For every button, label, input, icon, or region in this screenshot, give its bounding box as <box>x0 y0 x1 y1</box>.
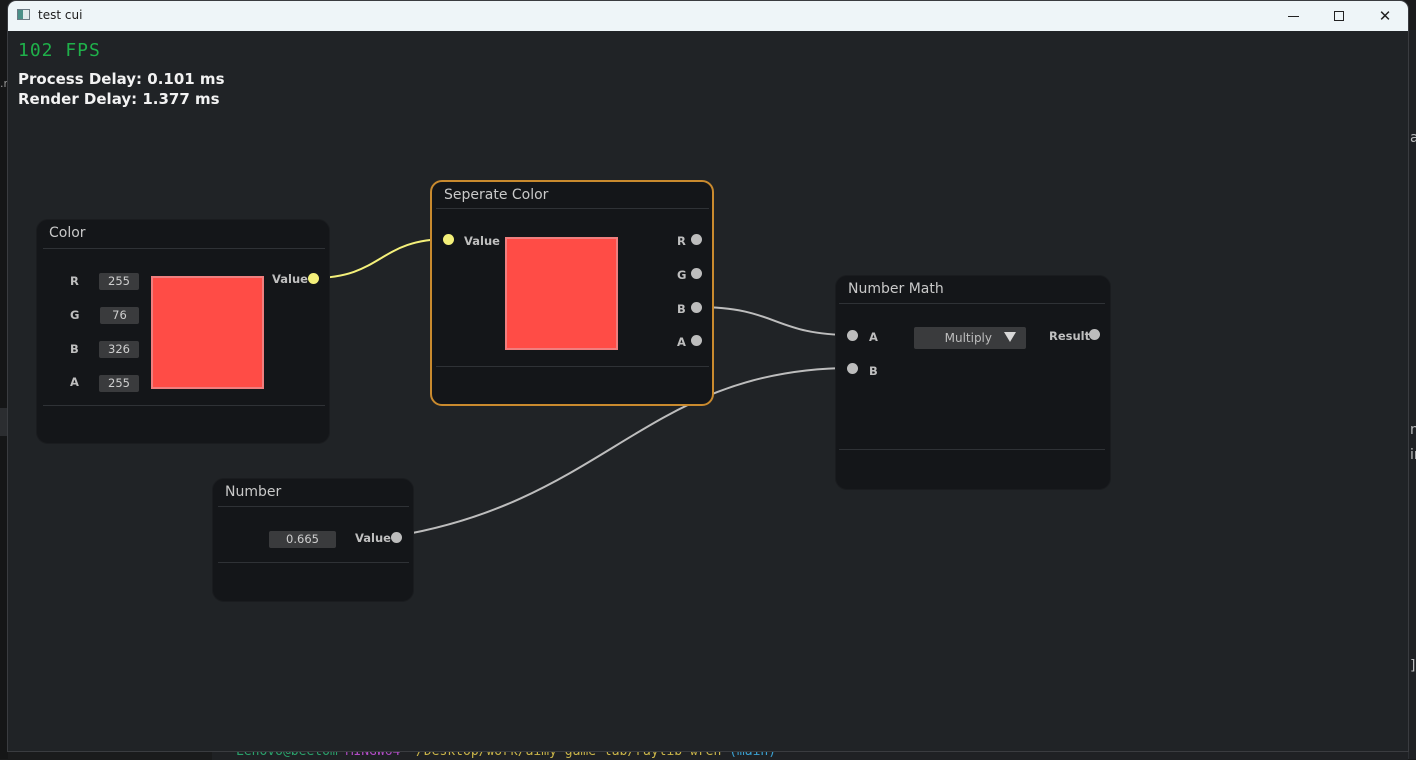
color-swatch <box>151 276 264 389</box>
background-text-fragment: .r <box>0 77 9 90</box>
background-block <box>0 408 8 436</box>
output-pin-result[interactable] <box>1089 329 1100 340</box>
number-node[interactable]: Number 0.665 Value <box>212 478 414 602</box>
input-pin-a[interactable] <box>847 330 858 341</box>
node-divider <box>436 208 709 209</box>
output-pin-a[interactable] <box>691 335 702 346</box>
node-title: Seperate Color <box>444 187 549 203</box>
chevron-down-icon <box>1004 332 1016 342</box>
channel-input-b[interactable]: 326 <box>99 341 139 358</box>
minimize-button[interactable] <box>1270 1 1316 31</box>
operation-dropdown[interactable]: Multiply <box>914 327 1026 349</box>
background-text-fragment: ] <box>1410 658 1416 674</box>
color-swatch <box>505 237 618 350</box>
app-window: test cui ✕ 102 FPS Process Delay: 0.101 … <box>8 1 1408 751</box>
background-text-fragment: a <box>1410 130 1416 146</box>
separate-color-node[interactable]: Seperate Color Value R G B A <box>430 180 714 406</box>
render-delay: Render Delay: 1.377 ms <box>18 90 220 108</box>
output-pin-b[interactable] <box>691 302 702 313</box>
output-label-b: B <box>677 302 686 316</box>
background-text-fragment: n <box>1410 422 1416 438</box>
wire-color-to-separate[interactable] <box>312 238 449 279</box>
channel-input-g[interactable]: 76 <box>100 307 139 324</box>
title-bar[interactable]: test cui ✕ <box>8 1 1408 31</box>
output-pin-value[interactable] <box>391 532 402 543</box>
channel-label-g: G <box>70 308 80 322</box>
input-label: Value <box>464 234 500 248</box>
number-math-node[interactable]: Number Math A B Multiply Result <box>835 275 1111 490</box>
node-title: Number <box>225 484 282 500</box>
minimize-icon <box>1287 15 1299 17</box>
channel-input-r[interactable]: 255 <box>99 273 139 290</box>
output-label-g: G <box>677 268 687 282</box>
input-label-a: A <box>869 330 878 344</box>
node-divider <box>218 506 409 507</box>
input-label-b: B <box>869 364 878 378</box>
output-pin-value[interactable] <box>308 273 319 284</box>
close-icon: ✕ <box>1378 7 1392 25</box>
color-node[interactable]: Color R 255 G 76 B 326 A 255 Value <box>36 219 330 444</box>
output-label-r: R <box>677 234 686 248</box>
background-text-fragment: ir <box>1410 447 1416 463</box>
output-label: Result <box>1049 329 1091 343</box>
node-title: Color <box>49 225 86 241</box>
output-pin-r[interactable] <box>691 234 702 245</box>
wire-separate-b-to-math-a[interactable] <box>696 306 853 336</box>
input-pin-value[interactable] <box>443 234 454 245</box>
input-pin-b[interactable] <box>847 363 858 374</box>
node-title: Number Math <box>848 281 944 297</box>
maximize-icon <box>1334 11 1344 21</box>
output-pin-g[interactable] <box>691 268 702 279</box>
fps-counter: 102 FPS <box>18 40 101 61</box>
number-input[interactable]: 0.665 <box>269 531 336 548</box>
node-divider <box>436 366 709 367</box>
channel-input-a[interactable]: 255 <box>99 375 139 392</box>
channel-label-b: B <box>70 342 79 356</box>
window-title: test cui <box>38 8 83 22</box>
app-window-icon <box>17 9 30 20</box>
node-divider <box>218 562 409 563</box>
node-divider <box>43 248 325 249</box>
process-delay: Process Delay: 0.101 ms <box>18 70 225 88</box>
maximize-button[interactable] <box>1316 1 1362 31</box>
node-divider <box>43 405 325 406</box>
output-label-a: A <box>677 335 686 349</box>
channel-label-a: A <box>70 375 79 389</box>
output-label: Value <box>355 531 391 545</box>
node-divider <box>839 449 1105 450</box>
node-editor-canvas[interactable]: 102 FPS Process Delay: 0.101 ms Render D… <box>8 31 1408 751</box>
channel-label-r: R <box>70 274 79 288</box>
output-label: Value <box>272 272 308 286</box>
node-divider <box>839 303 1105 304</box>
operation-value: Multiply <box>944 331 992 345</box>
background-right-strip: a n ir ] <box>1408 30 1416 759</box>
background-left-strip: .r <box>0 30 8 759</box>
close-button[interactable]: ✕ <box>1362 1 1408 31</box>
